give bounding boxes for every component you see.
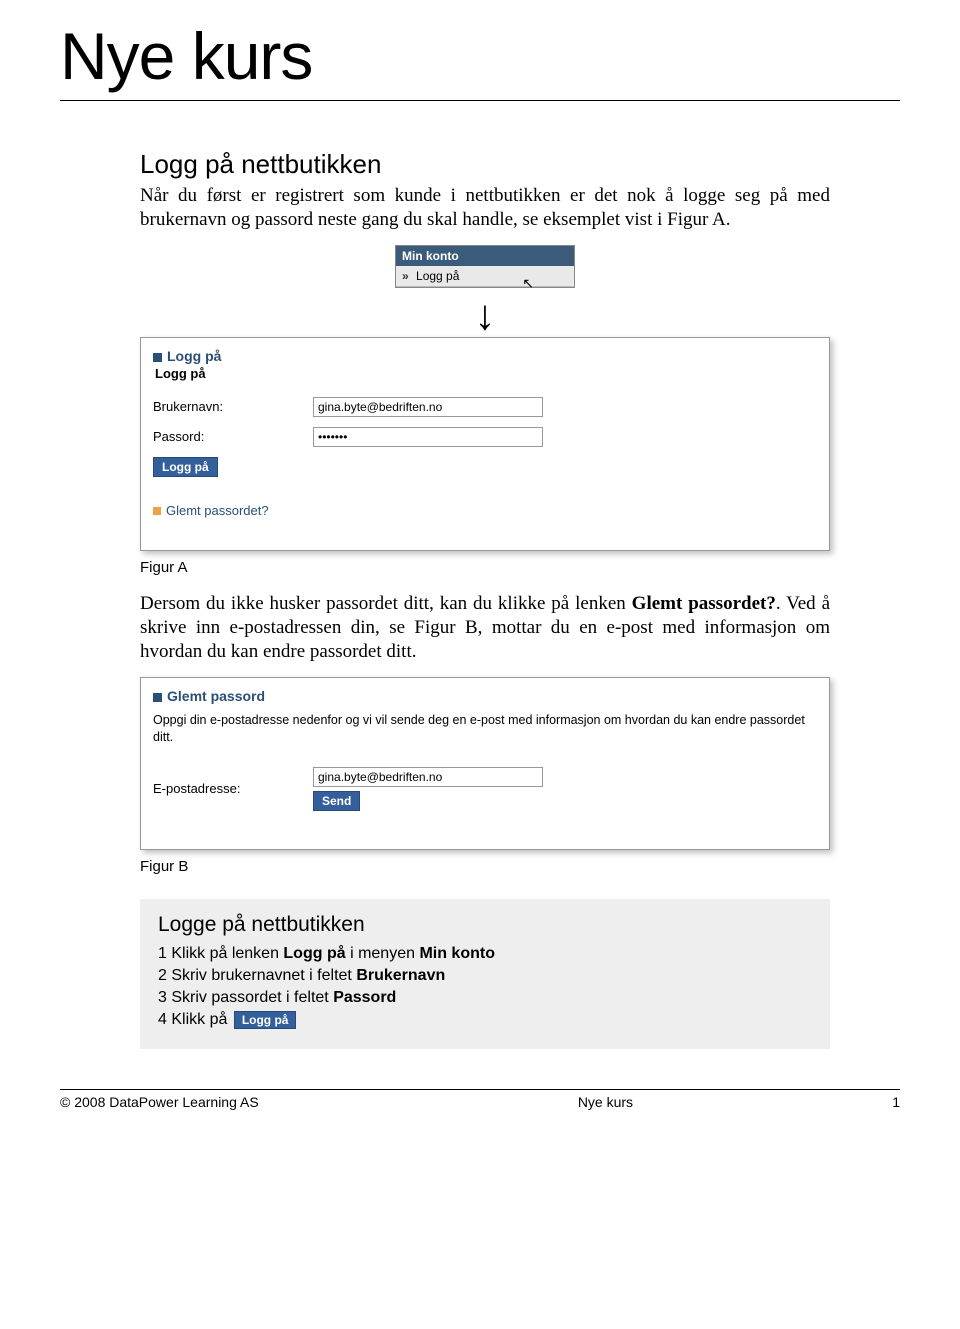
- forgot-panel-desc: Oppgi din e-postadresse nedenfor og vi v…: [153, 712, 817, 747]
- login-panel-title: Logg på: [153, 348, 817, 364]
- footer-page-number: 1: [892, 1094, 900, 1110]
- step-2: 2 Skriv brukernavnet i feltet Brukernavn: [158, 967, 812, 985]
- email-row: E-postadresse: Send: [153, 767, 817, 811]
- inline-login-button[interactable]: Logg på: [234, 1011, 297, 1029]
- forgot-password-link[interactable]: Glemt passordet?: [153, 503, 817, 518]
- torn-edge-icon: [153, 821, 817, 831]
- figure-a: Min konto » Logg på ↖ ↓ Logg på Logg på …: [140, 245, 830, 551]
- minkonto-menu: Min konto » Logg på ↖: [395, 245, 575, 288]
- username-input[interactable]: [313, 397, 543, 417]
- square-bullet-icon: [153, 693, 162, 702]
- password-label: Passord:: [153, 429, 313, 444]
- arrow-down-icon: ↓: [475, 302, 496, 327]
- page-title: Nye kurs: [60, 18, 900, 94]
- login-panel-subtitle: Logg på: [155, 366, 817, 381]
- step-3: 3 Skriv passordet i feltet Passord: [158, 989, 812, 1007]
- steps-title: Logge på nettbutikken: [158, 913, 812, 937]
- login-panel: Logg på Logg på Brukernavn: Passord: Log…: [140, 337, 830, 551]
- figure-b-caption: Figur B: [140, 858, 830, 875]
- minkonto-item-label: Logg på: [416, 269, 459, 283]
- bullet-icon: [153, 507, 161, 515]
- email-input[interactable]: [313, 767, 543, 787]
- arrow-right-icon: »: [402, 269, 409, 283]
- step-1: 1 Klikk på lenken Logg på i menyen Min k…: [158, 945, 812, 963]
- username-label: Brukernavn:: [153, 399, 313, 414]
- main-content: Logg på nettbutikken Når du først er reg…: [60, 149, 900, 1049]
- mid-paragraph: Dersom du ikke husker passordet ditt, ka…: [140, 592, 830, 665]
- page-footer: © 2008 DataPower Learning AS Nye kurs 1: [60, 1089, 900, 1110]
- steps-box: Logge på nettbutikken 1 Klikk på lenken …: [140, 899, 830, 1049]
- figure-a-caption: Figur A: [140, 559, 830, 576]
- forgot-password-panel: Glemt passord Oppgi din e-postadresse ne…: [140, 677, 830, 850]
- password-row: Passord:: [153, 427, 817, 447]
- forgot-panel-title: Glemt passord: [153, 688, 817, 704]
- footer-title: Nye kurs: [259, 1094, 893, 1110]
- email-label: E-postadresse:: [153, 781, 313, 796]
- login-button[interactable]: Logg på: [153, 457, 218, 477]
- torn-edge-icon: [153, 526, 817, 536]
- intro-paragraph: Når du først er registrert som kunde i n…: [140, 184, 830, 233]
- cursor-icon: ↖: [522, 275, 534, 292]
- username-row: Brukernavn:: [153, 397, 817, 417]
- title-divider: [60, 100, 900, 101]
- password-input[interactable]: [313, 427, 543, 447]
- minkonto-item-login[interactable]: » Logg på ↖: [396, 266, 574, 287]
- send-button[interactable]: Send: [313, 791, 360, 811]
- step-4: 4 Klikk på Logg på: [158, 1011, 812, 1029]
- square-bullet-icon: [153, 353, 162, 362]
- minkonto-header: Min konto: [396, 246, 574, 266]
- section-heading: Logg på nettbutikken: [140, 149, 830, 180]
- footer-copyright: © 2008 DataPower Learning AS: [60, 1094, 259, 1110]
